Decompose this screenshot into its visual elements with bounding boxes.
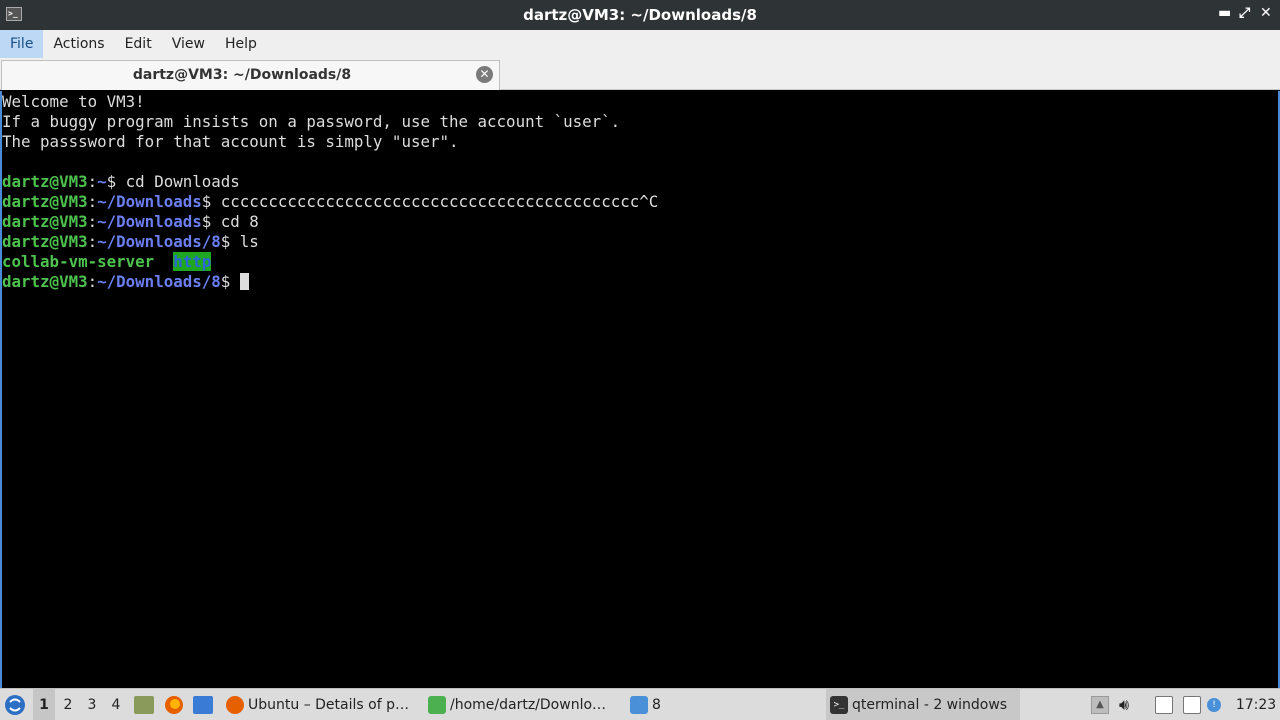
firefox-icon [226,696,244,714]
desktop-1[interactable]: 1 [33,689,55,720]
terminal-text: http [173,252,212,271]
terminal-text: $ cd 8 [201,212,259,231]
terminal-text: dartz@VM3 [2,212,88,231]
terminal-line: If a buggy program insists on a password… [2,112,1278,132]
desktop-3[interactable]: 3 [81,689,103,720]
menu-actions[interactable]: Actions [43,30,114,58]
network-icon[interactable]: ! [1207,689,1221,720]
terminal-text: $ cccccccccccccccccccccccccccccccccccccc… [201,192,659,211]
tray-expand-icon[interactable]: ▲ [1091,689,1109,720]
terminal-line: The passsword for that account is simply… [2,132,1278,152]
updates-icon[interactable] [1183,689,1201,720]
menu-view[interactable]: View [162,30,215,58]
volume-icon[interactable]: 🔊︎ [1119,689,1129,720]
terminal-text: ~/Downloads/8 [97,272,221,291]
close-icon[interactable]: ✕ [1260,5,1272,21]
clock[interactable]: 17:23 [1232,689,1280,720]
start-menu-icon[interactable] [4,689,28,720]
terminal-line: dartz@VM3:~/Downloads$ ccccccccccccccccc… [2,192,1278,212]
tab-close-icon[interactable]: ✕ [476,66,493,83]
tab-label: dartz@VM3: ~/Downloads/8 [132,67,352,83]
terminal-text: : [87,232,98,251]
terminal-text: If a buggy program insists on a password… [2,112,621,131]
window-titlebar[interactable]: >_ dartz@VM3: ~/Downloads/8 ▬ ⤢ ✕ [0,0,1280,30]
terminal-line: dartz@VM3:~/Downloads/8$ ls [2,232,1278,252]
terminal-app-icon[interactable]: >_ [6,7,22,21]
terminal-text: dartz@VM3 [2,172,88,191]
terminal-text: dartz@VM3 [2,192,88,211]
terminal-output[interactable]: Welcome to VM3! If a buggy program insist… [0,91,1280,688]
maximize-icon[interactable]: ⤢ [1239,5,1250,21]
terminal-text: dartz@VM3 [2,272,88,291]
terminal-text: $ ls [220,232,259,251]
menu-edit[interactable]: Edit [115,30,162,58]
terminal-text: : [87,272,98,291]
terminal-text: : [87,212,98,231]
task-archive[interactable]: /home/dartz/Downlo… [424,689,620,720]
menu-help[interactable]: Help [215,30,267,58]
files-quicklaunch-icon[interactable] [134,689,154,720]
tab-bar: dartz@VM3: ~/Downloads/8 ✕ [0,58,1280,90]
terminal-text: Welcome to VM3! [2,92,145,111]
terminal-icon: >_ [830,696,848,714]
taskbar: 1 2 3 4 Ubuntu – Details of p… /home/dar… [0,688,1280,720]
terminal-text: $ cd Downloads [106,172,240,191]
terminal-cursor [239,273,249,290]
task-firefox[interactable]: Ubuntu – Details of p… [222,689,418,720]
desktop-2[interactable]: 2 [57,689,79,720]
task-label: qterminal - 2 windows [852,697,1008,713]
terminal-text: ~/Downloads [97,192,202,211]
task-label: Ubuntu – Details of p… [248,697,409,713]
terminal-text: ~/Downloads [97,212,202,231]
clipboard-icon[interactable] [1155,689,1173,720]
folder-icon [630,696,648,714]
task-qterminal[interactable]: >_ qterminal - 2 windows [826,689,1020,720]
terminal-text: collab-vm-server [2,252,155,271]
terminal-text: The passsword for that account is simply… [2,132,459,151]
task-folder[interactable]: 8 [626,689,822,720]
task-label: 8 [652,697,661,713]
terminal-text: ~ [97,172,107,191]
window-title: dartz@VM3: ~/Downloads/8 [523,6,757,24]
terminal-text: ~/Downloads/8 [97,232,221,251]
terminal-text: : [87,192,98,211]
archive-icon [428,696,446,714]
terminal-text: dartz@VM3 [2,232,88,251]
terminal-line: dartz@VM3:~/Downloads/8$ [2,272,1278,292]
minimize-icon[interactable]: ▬ [1218,5,1231,21]
terminal-tab[interactable]: dartz@VM3: ~/Downloads/8 ✕ [1,60,500,90]
terminal-text: $ [220,272,240,291]
menu-bar: File Actions Edit View Help [0,30,1280,58]
firefox-quicklaunch-icon[interactable] [164,689,184,720]
task-label: /home/dartz/Downlo… [450,697,607,713]
desktop-quicklaunch-icon[interactable] [193,689,213,720]
terminal-line: Welcome to VM3! [2,92,1278,112]
terminal-line: collab-vm-server http [2,252,1278,272]
desktop-4[interactable]: 4 [105,689,127,720]
menu-file[interactable]: File [0,30,44,58]
terminal-line: dartz@VM3:~/Downloads$ cd 8 [2,212,1278,232]
terminal-text: : [87,172,98,191]
terminal-line: dartz@VM3:~$ cd Downloads [2,172,1278,192]
